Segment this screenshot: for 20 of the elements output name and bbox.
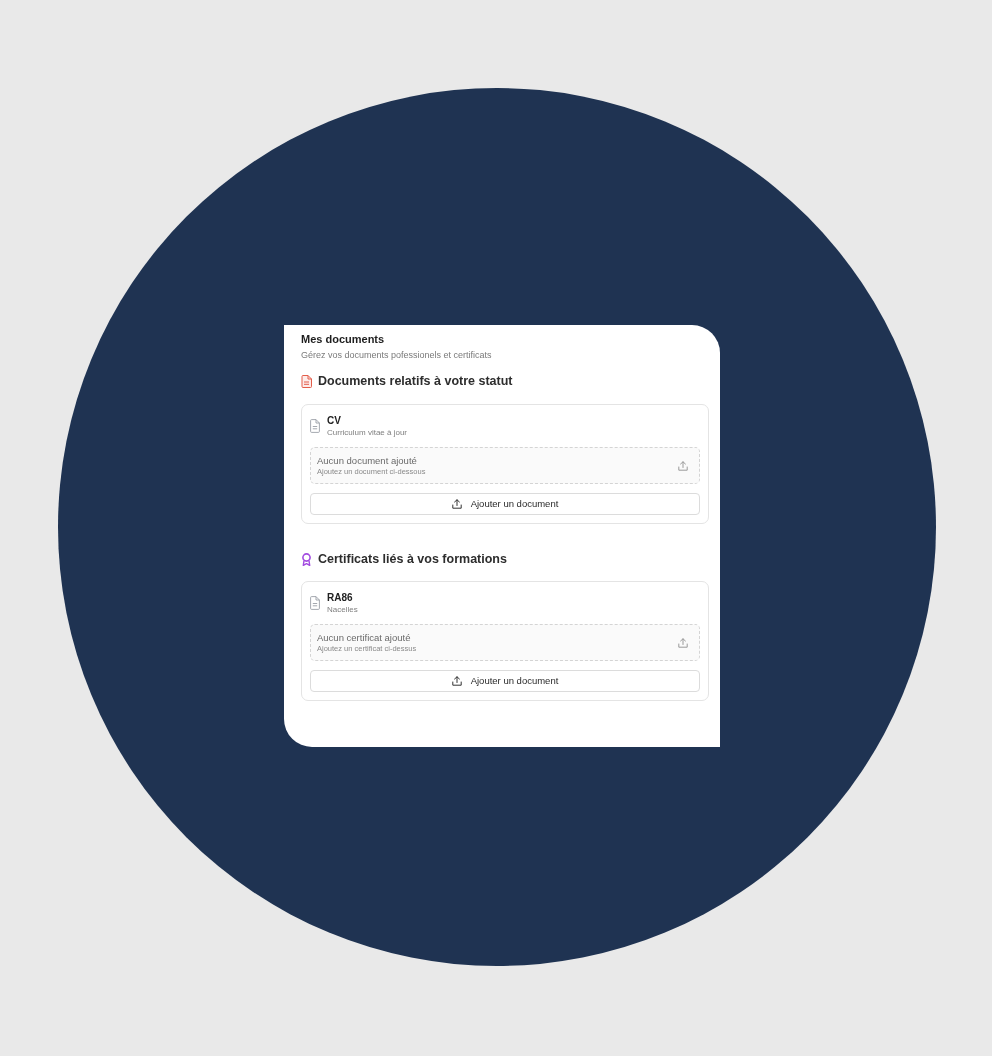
document-icon [301, 374, 312, 388]
award-icon [301, 552, 312, 566]
upload-icon [678, 637, 688, 648]
add-document-button[interactable]: Ajouter un document [310, 670, 700, 692]
document-name: RA86 [327, 591, 354, 604]
empty-state-title: Aucun document ajouté [317, 454, 418, 467]
section-title: Documents relatifs à votre statut [318, 373, 513, 389]
add-document-button[interactable]: Ajouter un document [310, 493, 700, 515]
document-name: CV [327, 414, 342, 427]
page-title: Mes documents [301, 332, 386, 346]
upload-icon [451, 676, 462, 686]
document-description: Nacelles [327, 604, 358, 615]
document-description: Curriculum vitae à jour [327, 427, 408, 438]
file-icon [310, 596, 320, 610]
upload-icon [678, 460, 688, 471]
empty-state-title: Aucun certificat ajouté [317, 631, 412, 644]
page-subtitle: Gérez vos documents pofessionels et certificats [301, 349, 493, 361]
upload-icon [451, 499, 462, 509]
section-title: Certificats liés à vos formations [318, 551, 507, 567]
file-icon [310, 419, 320, 433]
